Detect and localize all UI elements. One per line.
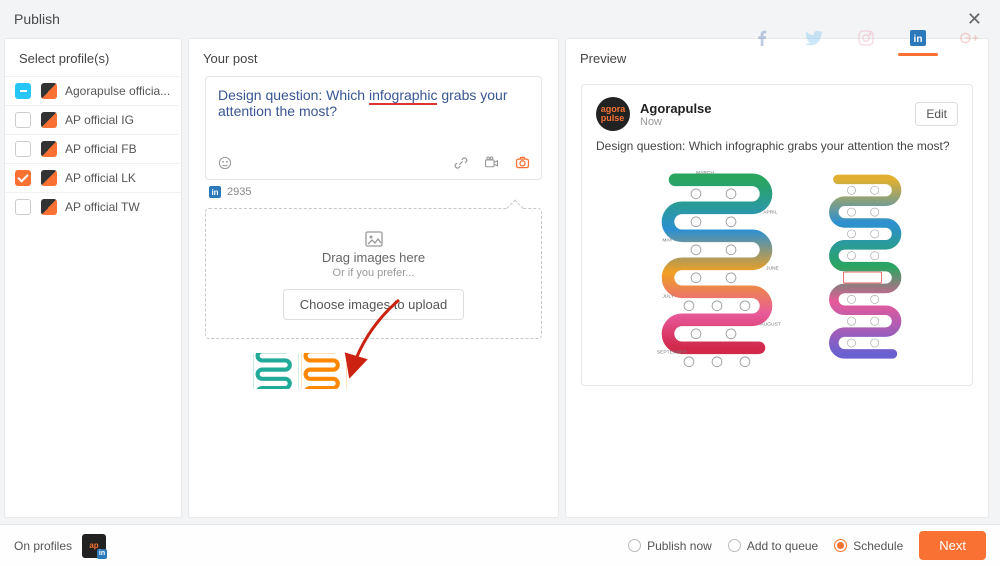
checkbox[interactable] bbox=[15, 170, 31, 186]
next-button[interactable]: Next bbox=[919, 531, 986, 560]
checkbox[interactable] bbox=[15, 112, 31, 128]
preview-author: Agorapulse bbox=[640, 101, 712, 116]
link-icon[interactable] bbox=[452, 154, 469, 171]
brand-icon bbox=[41, 141, 57, 157]
thumbnail[interactable] bbox=[205, 353, 251, 389]
checkbox[interactable] bbox=[15, 199, 31, 215]
brand-icon bbox=[41, 112, 57, 128]
camera-icon[interactable] bbox=[514, 154, 531, 171]
svg-text:SEPTEMBER: SEPTEMBER bbox=[656, 349, 687, 355]
profile-label: AP official LK bbox=[65, 171, 171, 185]
profile-all-label: Agorapulse officia... bbox=[65, 84, 171, 98]
profile-item-lk[interactable]: AP official LK bbox=[5, 163, 181, 192]
modal-title: Publish bbox=[14, 11, 60, 27]
thumbnail[interactable] bbox=[301, 353, 347, 389]
composer-panel: Your post Design question: Which infogra… bbox=[188, 38, 559, 518]
on-profiles: On profiles ap bbox=[14, 534, 106, 558]
thumbnail-row bbox=[205, 353, 542, 389]
drop-subtitle: Or if you prefer... bbox=[216, 267, 531, 279]
linkedin-mini-icon: in bbox=[209, 186, 221, 198]
preview-tabs: in bbox=[752, 24, 980, 52]
preview-images: MARCH APRIL MAY JUNE JULY AUGUST SEPTEMBER bbox=[596, 163, 958, 373]
bottom-bar: On profiles ap Publish now Add to queue … bbox=[0, 524, 1000, 566]
image-icon bbox=[365, 231, 383, 247]
tab-facebook[interactable] bbox=[752, 24, 772, 52]
post-box: Design question: Which infographic grabs… bbox=[205, 76, 542, 180]
profiles-header: Select profile(s) bbox=[5, 39, 181, 76]
brand-icon bbox=[41, 199, 57, 215]
radio[interactable] bbox=[728, 539, 741, 552]
post-textarea[interactable]: Design question: Which infographic grabs… bbox=[206, 77, 541, 148]
profile-all[interactable]: Agorapulse officia... bbox=[5, 76, 181, 105]
choose-images-button[interactable]: Choose images to upload bbox=[283, 289, 464, 320]
thumbnail[interactable] bbox=[253, 353, 299, 389]
svg-text:MARCH: MARCH bbox=[696, 170, 714, 176]
composer-header: Your post bbox=[189, 39, 558, 76]
svg-text:in: in bbox=[914, 34, 923, 45]
svg-text:MAY: MAY bbox=[662, 237, 673, 243]
svg-text:JULY: JULY bbox=[662, 293, 674, 299]
preview-card: agorapulse Agorapulse Now Edit Design qu… bbox=[581, 84, 973, 386]
brand-icon bbox=[41, 170, 57, 186]
radio[interactable] bbox=[628, 539, 641, 552]
svg-text:APRIL: APRIL bbox=[763, 209, 777, 215]
profile-item-fb[interactable]: AP official FB bbox=[5, 134, 181, 163]
tab-instagram[interactable] bbox=[856, 24, 876, 52]
preview-time: Now bbox=[640, 116, 712, 128]
profile-badge[interactable]: ap bbox=[82, 534, 106, 558]
brand-icon bbox=[41, 83, 57, 99]
tab-googleplus[interactable] bbox=[960, 24, 980, 52]
preview-text: Design question: Which infographic grabs… bbox=[596, 139, 958, 153]
profile-label: AP official IG bbox=[65, 113, 171, 127]
preview-image: MARCH APRIL MAY JUNE JULY AUGUST SEPTEMBER bbox=[653, 163, 795, 373]
profile-label: AP official FB bbox=[65, 142, 171, 156]
profile-label: AP official TW bbox=[65, 200, 171, 214]
drop-title: Drag images here bbox=[216, 250, 531, 265]
tab-twitter[interactable] bbox=[804, 24, 824, 52]
profiles-panel: Select profile(s) Agorapulse officia... … bbox=[4, 38, 182, 518]
profile-item-ig[interactable]: AP official IG bbox=[5, 105, 181, 134]
char-count: 2935 bbox=[227, 186, 251, 198]
edit-button[interactable]: Edit bbox=[915, 102, 958, 126]
preview-image bbox=[827, 163, 902, 373]
tab-linkedin[interactable]: in bbox=[908, 24, 928, 52]
svg-text:JUNE: JUNE bbox=[766, 265, 780, 271]
option-add-to-queue[interactable]: Add to queue bbox=[728, 539, 818, 553]
option-publish-now[interactable]: Publish now bbox=[628, 539, 712, 553]
preview-panel: Preview in agorapulse Agorapulse Now Edi… bbox=[565, 38, 989, 518]
preview-header: Preview bbox=[580, 39, 640, 76]
checkbox[interactable] bbox=[15, 141, 31, 157]
char-count-row: in 2935 bbox=[205, 180, 542, 208]
image-drop-zone[interactable]: Drag images here Or if you prefer... Cho… bbox=[205, 208, 542, 339]
emoji-icon[interactable] bbox=[216, 154, 233, 171]
avatar: agorapulse bbox=[596, 97, 630, 131]
on-profiles-label: On profiles bbox=[14, 539, 72, 553]
profile-item-tw[interactable]: AP official TW bbox=[5, 192, 181, 221]
radio[interactable] bbox=[834, 539, 847, 552]
checkbox-all[interactable] bbox=[15, 83, 31, 99]
svg-text:AUGUST: AUGUST bbox=[760, 321, 780, 327]
option-schedule[interactable]: Schedule bbox=[834, 539, 903, 553]
video-icon[interactable] bbox=[483, 154, 500, 171]
